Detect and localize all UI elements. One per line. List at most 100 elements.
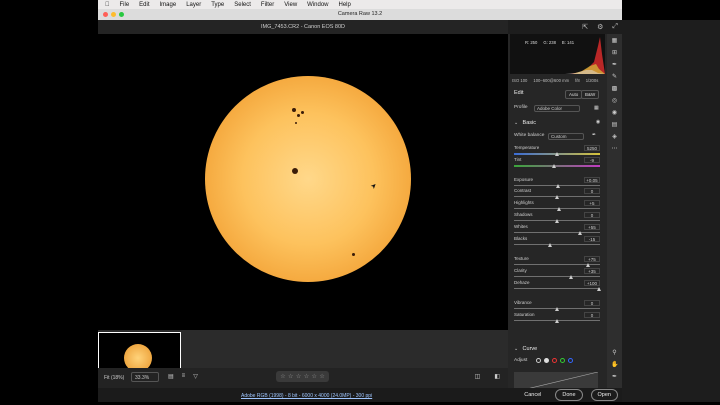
slider-track[interactable] — [514, 244, 600, 245]
menu-select[interactable]: Select — [234, 2, 251, 8]
curve-parametric-icon[interactable] — [536, 358, 541, 363]
star-icon[interactable]: ☆ — [296, 373, 301, 380]
slider-value[interactable]: +100 — [584, 280, 600, 286]
visibility-eye-icon[interactable]: ◉ — [596, 120, 600, 125]
slider-shadows[interactable]: Shadows 0 — [514, 212, 600, 223]
menu-image[interactable]: Image — [160, 2, 177, 8]
snapshots-icon[interactable]: ▤ — [611, 122, 618, 129]
slider-track[interactable] — [514, 232, 600, 233]
slider-exposure[interactable]: Exposure +0.05 — [514, 177, 600, 188]
settings-gear-icon[interactable]: ⚙ — [597, 23, 603, 31]
basic-section-title[interactable]: Basic — [523, 120, 536, 126]
slider-thumb[interactable] — [555, 319, 559, 323]
slider-vibrance[interactable]: Vibrance 0 — [514, 300, 600, 311]
workflow-options-link[interactable]: Adobe RGB (1998) - 8 bit - 6000 x 4000 (… — [241, 393, 372, 399]
slider-whites[interactable]: Whites +55 — [514, 224, 600, 235]
menu-view[interactable]: View — [284, 2, 297, 8]
curve-section-title[interactable]: Curve — [523, 346, 538, 352]
fit-zoom-button[interactable]: Fit (18%) — [104, 375, 124, 381]
profile-select[interactable]: Adobe Color — [534, 105, 580, 112]
slider-value[interactable]: +0.05 — [584, 177, 600, 183]
slider-thumb[interactable] — [552, 164, 557, 168]
slider-value[interactable]: +35 — [584, 268, 600, 274]
edit-tool-icon[interactable]: ▦ — [611, 38, 618, 45]
slider-thumb[interactable] — [569, 275, 574, 279]
zoom-tool-icon[interactable]: ⚲ — [611, 350, 618, 357]
star-rating[interactable]: ☆ ☆ ☆ ☆ ☆ ☆ — [276, 371, 329, 382]
white-balance-select[interactable]: Custom — [548, 133, 584, 140]
slider-value[interactable]: +5 — [584, 200, 600, 206]
save-icon[interactable]: ⇱ — [582, 23, 588, 31]
slider-value[interactable]: -9 — [584, 157, 600, 163]
slider-highlights[interactable]: Highlights +5 — [514, 200, 600, 211]
slider-track[interactable] — [514, 288, 600, 289]
slider-value[interactable]: 0 — [584, 312, 600, 318]
slider-thumb[interactable] — [597, 287, 601, 291]
slider-contrast[interactable]: Contrast 0 — [514, 188, 600, 199]
fullscreen-icon[interactable]: ⤢ — [612, 23, 618, 31]
slider-tint[interactable]: Tint -9 — [514, 157, 600, 168]
hand-tool-icon[interactable]: ✋ — [611, 362, 618, 369]
slider-track[interactable] — [514, 276, 600, 277]
radial-filter-icon[interactable]: ◎ — [611, 98, 618, 105]
slider-thumb[interactable] — [586, 263, 591, 267]
redeye-icon[interactable]: ◉ — [611, 110, 618, 117]
bw-button[interactable]: B&W — [581, 90, 600, 99]
auto-button[interactable]: Auto — [565, 90, 583, 99]
more-icon[interactable]: ⋯ — [611, 146, 618, 153]
compare-view-icon[interactable]: ◫ — [475, 373, 481, 380]
slider-thumb[interactable] — [555, 307, 559, 311]
slider-value[interactable]: 0 — [584, 212, 600, 218]
done-button[interactable]: Done — [555, 389, 583, 401]
sampler-tool-icon[interactable]: ✒ — [611, 374, 618, 381]
brush-tool-icon[interactable]: ✎ — [611, 74, 618, 81]
open-button[interactable]: Open — [590, 389, 618, 401]
filmstrip-toggle-icon[interactable]: ▤ — [168, 373, 174, 380]
slider-dehaze[interactable]: Dehaze +100 — [514, 280, 601, 291]
curve-red-channel-icon[interactable] — [552, 358, 557, 363]
slider-texture[interactable]: Texture +75 — [514, 256, 600, 267]
zoom-select[interactable]: 33.3% — [131, 372, 159, 382]
slider-value[interactable]: +55 — [584, 224, 600, 230]
slider-value[interactable]: 0 — [584, 300, 600, 306]
apple-icon[interactable]:  — [105, 2, 110, 8]
slider-clarity[interactable]: Clarity +35 — [514, 268, 600, 279]
curve-green-channel-icon[interactable] — [560, 358, 565, 363]
heal-tool-icon[interactable]: ✒ — [611, 62, 618, 69]
slider-thumb[interactable] — [556, 207, 561, 211]
cancel-button[interactable]: Cancel — [518, 390, 547, 400]
profile-browser-icon[interactable]: ▦ — [594, 105, 599, 111]
menu-edit[interactable]: Edit — [139, 2, 149, 8]
slider-temperature[interactable]: Temperature 5250 — [514, 145, 600, 156]
curve-collapse-icon[interactable]: ⌄ — [514, 346, 518, 352]
slider-value[interactable]: +75 — [584, 256, 600, 262]
filter-icon[interactable]: ▽ — [193, 373, 198, 380]
slider-value[interactable]: 5250 — [584, 145, 600, 151]
crop-tool-icon[interactable]: ⊞ — [611, 50, 618, 57]
star-icon[interactable]: ☆ — [319, 373, 324, 380]
slider-thumb[interactable] — [555, 195, 559, 199]
star-icon[interactable]: ☆ — [280, 373, 285, 380]
star-icon[interactable]: ☆ — [288, 373, 293, 380]
menu-filter[interactable]: Filter — [261, 2, 274, 8]
menu-type[interactable]: Type — [211, 2, 224, 8]
before-after-icon[interactable]: ◧ — [494, 373, 500, 380]
sort-icon[interactable]: ≡ — [182, 373, 186, 380]
slider-thumb[interactable] — [577, 231, 582, 235]
menu-file[interactable]: File — [120, 2, 130, 8]
curve-graph[interactable] — [514, 371, 599, 388]
graduated-filter-icon[interactable]: ▩ — [611, 86, 618, 93]
slider-value[interactable]: 0 — [584, 188, 600, 194]
image-preview[interactable]: ➤ — [98, 34, 508, 330]
menu-help[interactable]: Help — [339, 2, 351, 8]
curve-blue-channel-icon[interactable] — [568, 358, 573, 363]
star-icon[interactable]: ☆ — [312, 373, 317, 380]
slider-saturation[interactable]: Saturation 0 — [514, 312, 600, 323]
slider-blacks[interactable]: Blacks -15 — [514, 236, 600, 247]
eyedropper-icon[interactable]: ✒ — [592, 133, 596, 138]
star-icon[interactable]: ☆ — [304, 373, 309, 380]
slider-track[interactable] — [514, 165, 600, 167]
slider-value[interactable]: -15 — [584, 236, 600, 242]
slider-thumb[interactable] — [548, 243, 553, 247]
basic-collapse-icon[interactable]: ⌄ — [514, 120, 518, 126]
